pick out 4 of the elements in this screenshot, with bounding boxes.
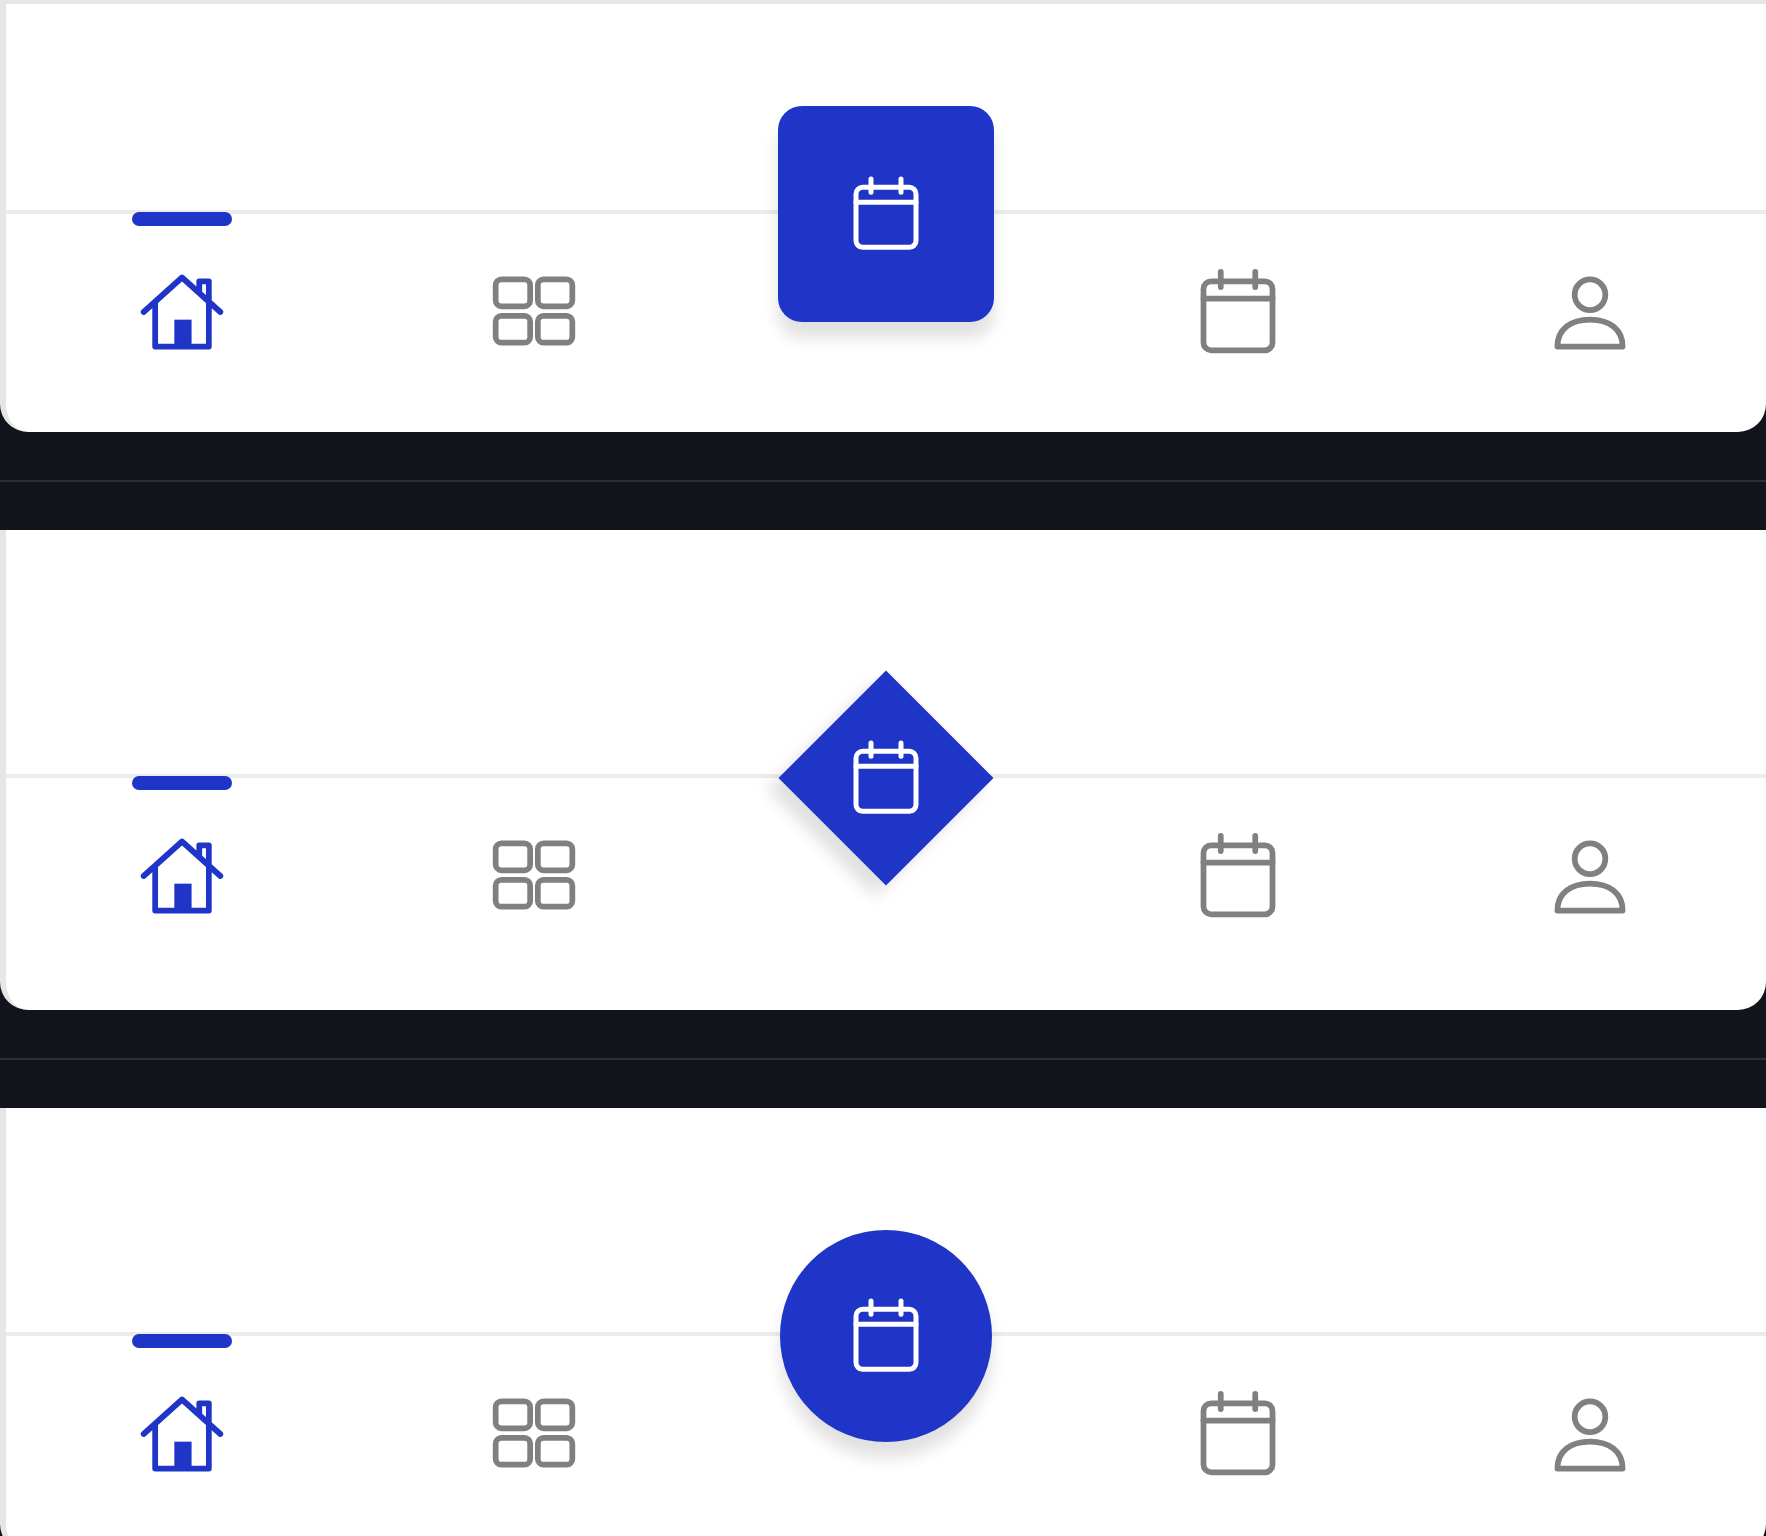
- active-indicator: [132, 212, 232, 226]
- active-indicator: [132, 1334, 232, 1348]
- active-indicator: [132, 776, 232, 790]
- calendar-button[interactable]: [778, 106, 994, 322]
